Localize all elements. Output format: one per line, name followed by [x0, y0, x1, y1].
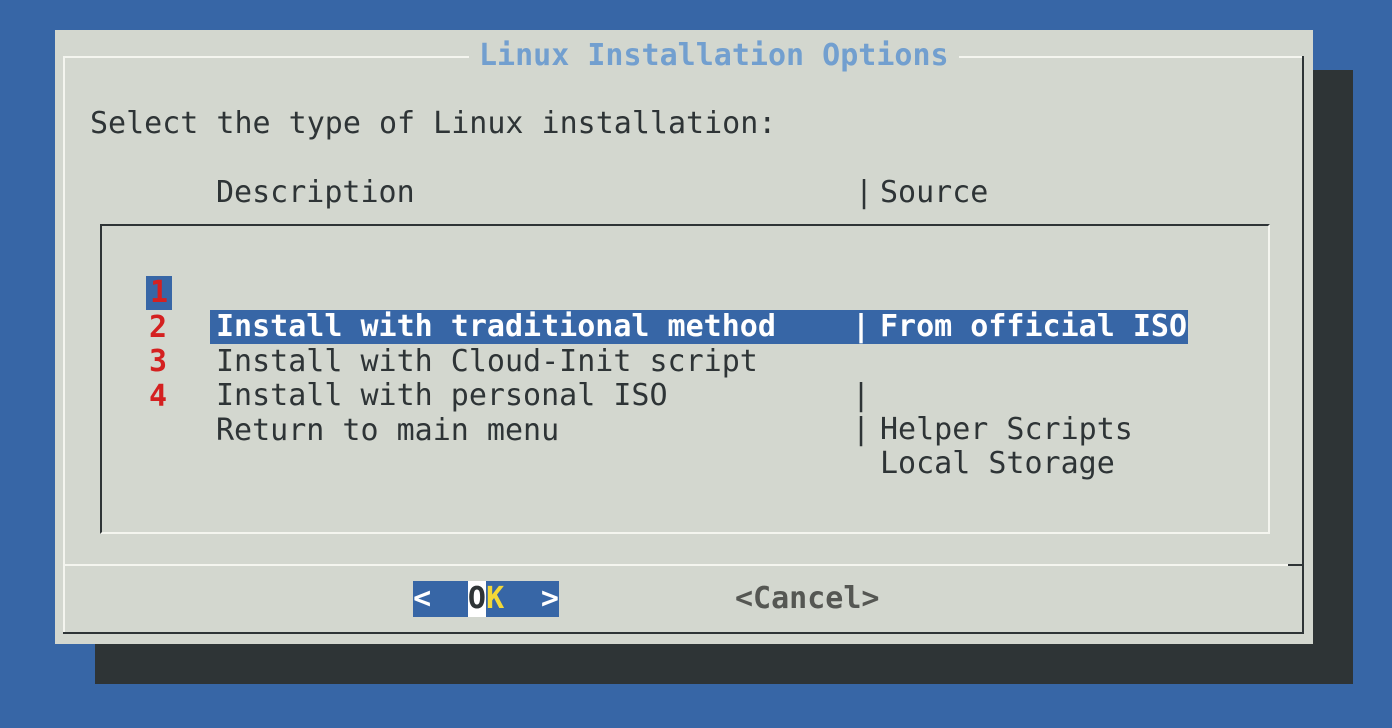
ok-spacer — [504, 581, 522, 617]
ok-hotkey-char: K — [486, 581, 504, 617]
dialog-border-bottom — [63, 632, 1304, 634]
column-header-separator: | — [855, 176, 873, 210]
menu-item-description: Return to main menu — [216, 414, 559, 448]
menu-item-source: Helper Scripts — [880, 413, 1133, 447]
menu-item-tag: 4 — [148, 380, 168, 414]
menu-item-source: Local Storage — [880, 447, 1115, 481]
menu-item[interactable]: 4 Return to main menu — [102, 346, 1268, 380]
dialog-window: Linux Installation Options Select the ty… — [55, 30, 1313, 644]
dialog-title: Linux Installation Options — [469, 39, 959, 73]
menu-listbox: 1 Install with traditional method|From o… — [100, 224, 1270, 534]
cancel-button[interactable]: <Cancel> — [735, 581, 880, 617]
dialog-border-left — [63, 56, 65, 634]
button-separator-line — [65, 564, 1302, 566]
menu-item-description: Install with personal ISO — [216, 379, 668, 413]
menu-item[interactable]: 2 Install with Cloud-Init script | Helpe… — [102, 277, 1268, 311]
menu-item[interactable]: 3 Install with personal ISO | Local Stor… — [102, 311, 1268, 345]
ok-spacer — [523, 581, 541, 617]
dialog-border-right — [1302, 56, 1304, 634]
button-separator-end — [1288, 564, 1302, 566]
ok-button[interactable]: < O K > — [413, 581, 559, 617]
ok-spacer — [450, 581, 468, 617]
menu-item-separator: | — [852, 379, 870, 413]
menu-item-separator: | — [852, 413, 870, 447]
terminal-screen: Linux Installation Options Select the ty… — [0, 0, 1392, 728]
ok-spacer — [431, 581, 449, 617]
menu-item-selected[interactable]: 1 Install with traditional method|From o… — [102, 242, 1268, 276]
ok-right-bracket: > — [541, 581, 559, 617]
ok-left-bracket: < — [413, 581, 431, 617]
column-header-description: Description — [216, 176, 415, 210]
ok-cursor-char: O — [468, 581, 486, 617]
message-text: Select the type of Linux installation: — [90, 107, 776, 141]
column-header-source: Source — [880, 176, 988, 210]
